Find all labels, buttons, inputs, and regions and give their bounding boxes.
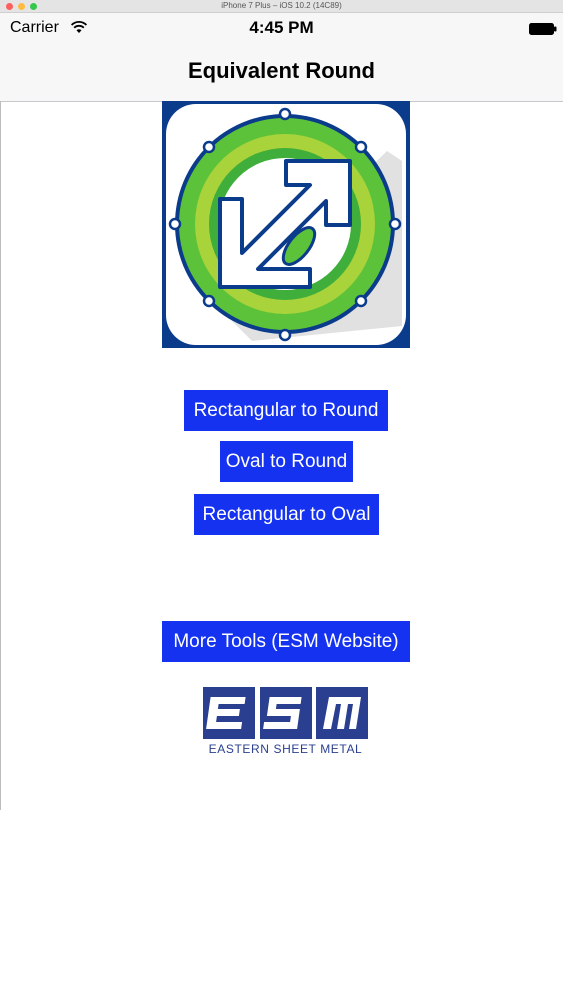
left-border <box>0 101 1 810</box>
rectangular-to-oval-button[interactable]: Rectangular to Oval <box>194 494 379 535</box>
simulator-title: iPhone 7 Plus – iOS 10.2 (14C89) <box>221 1 342 10</box>
esm-logo-caption: EASTERN SHEET METAL <box>208 742 363 756</box>
more-tools-button[interactable]: More Tools (ESM Website) <box>162 621 410 662</box>
app-logo-icon <box>162 101 410 348</box>
simulator-titlebar: iPhone 7 Plus – iOS 10.2 (14C89) <box>0 0 563 13</box>
status-bar: Carrier 4:45 PM <box>0 13 563 43</box>
rectangular-to-round-button[interactable]: Rectangular to Round <box>184 390 388 431</box>
oval-to-round-button[interactable]: Oval to Round <box>220 441 353 482</box>
page-title: Equivalent Round <box>188 58 375 83</box>
battery-icon <box>529 23 557 35</box>
navigation-bar: Equivalent Round <box>0 43 563 102</box>
clock: 4:45 PM <box>249 18 314 37</box>
